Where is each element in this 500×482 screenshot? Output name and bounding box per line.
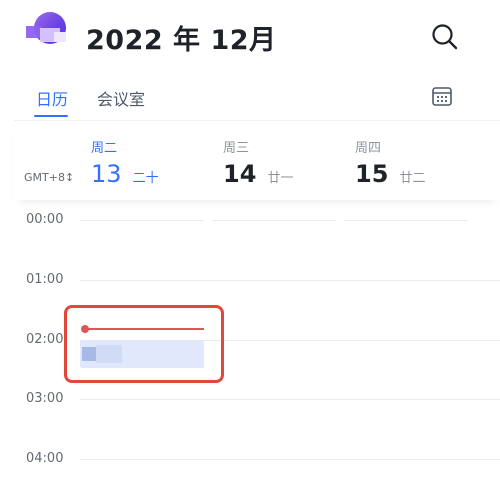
lunar-date: 廿一 bbox=[267, 171, 294, 186]
timezone-selector[interactable]: GMT+8↕ bbox=[24, 171, 74, 184]
date-number: 13 bbox=[91, 160, 122, 188]
day-column-header[interactable]: 周三 14 廿一 bbox=[223, 137, 333, 188]
calendar-grid-icon[interactable] bbox=[430, 84, 454, 108]
active-tab-indicator bbox=[34, 115, 68, 117]
view-tabs: 日历 会议室 bbox=[0, 78, 500, 120]
weekday-label: 周三 bbox=[223, 141, 250, 156]
tab-meeting-rooms[interactable]: 会议室 bbox=[97, 86, 145, 110]
hour-gridline bbox=[80, 399, 500, 400]
tab-calendar[interactable]: 日历 bbox=[36, 86, 68, 110]
hour-gridline bbox=[80, 459, 500, 460]
weekday-label: 周二 bbox=[91, 141, 118, 156]
day-column-header[interactable]: 周四 15 廿二 bbox=[355, 137, 465, 188]
search-icon[interactable] bbox=[430, 22, 460, 52]
lunar-date: 廿二 bbox=[399, 171, 426, 186]
day-header: GMT+8↕ 周二 13 二十 周三 14 廿一 周四 15 廿二 bbox=[14, 120, 500, 200]
hour-label: 02:00 bbox=[26, 332, 64, 347]
date-number: 14 bbox=[223, 160, 257, 188]
logo-shape bbox=[54, 32, 66, 42]
day-column-header[interactable]: 周二 13 二十 bbox=[91, 137, 201, 188]
time-grid[interactable]: 00:00 01:00 02:00 03:00 04:00 bbox=[0, 200, 500, 482]
lunar-date: 二十 bbox=[132, 171, 159, 186]
hour-label: 00:00 bbox=[26, 212, 64, 227]
app-header: 2022 年 12月 bbox=[0, 0, 500, 78]
hour-gridline bbox=[344, 220, 468, 221]
month-title[interactable]: 2022 年 12月 bbox=[86, 18, 277, 57]
hour-label: 04:00 bbox=[26, 451, 64, 466]
hour-label: 03:00 bbox=[26, 391, 64, 406]
annotation-highlight-box bbox=[64, 305, 224, 383]
hour-gridline bbox=[80, 280, 500, 281]
hour-gridline bbox=[212, 220, 336, 221]
hour-gridline bbox=[80, 220, 204, 221]
hour-label: 01:00 bbox=[26, 272, 64, 287]
weekday-label: 周四 bbox=[355, 141, 382, 156]
date-number: 15 bbox=[355, 160, 389, 188]
app-logo-icon bbox=[26, 12, 74, 46]
